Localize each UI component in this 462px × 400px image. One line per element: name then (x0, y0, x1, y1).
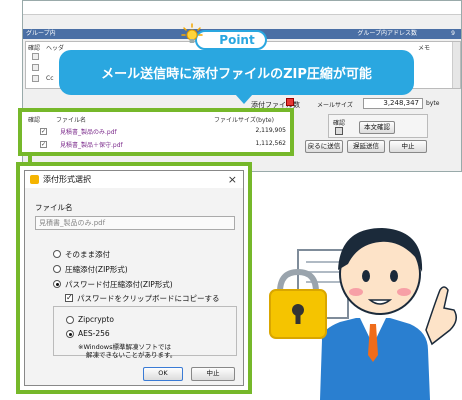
attach-format-dialog: 添付形式選択 × ファイル名 見積書_製品のみ.pdf そのまま添付 圧縮添付(… (24, 170, 244, 386)
copy-password-label[interactable]: パスワードをクリップボードにコピーする (77, 293, 220, 304)
col-header: ヘッダ (46, 45, 65, 52)
attachment-row[interactable]: ✓ 見積書_製品のみ.pdf 2,119,905 (22, 126, 290, 137)
confirm-checkbox[interactable] (335, 127, 343, 135)
scrollbar[interactable] (452, 42, 460, 88)
dialog-title: 添付形式選択 (43, 175, 91, 184)
filename-label: ファイル名 (35, 203, 73, 212)
ok-button[interactable]: OK (143, 367, 183, 381)
address-checkbox[interactable] (32, 53, 39, 60)
businessman-illustration (269, 228, 457, 400)
top-strip (23, 1, 461, 15)
radio-zipcrypto-label[interactable]: Zipcrypto (78, 315, 114, 324)
encryption-group: Zipcrypto AES-256 ※Windows標準解凍ソフトでは 解凍でき… (53, 306, 237, 359)
back-send-button[interactable]: 戻るに送信 (305, 140, 343, 153)
radio-password-zip-label[interactable]: パスワード付圧縮添付(ZIP形式) (65, 279, 173, 290)
close-icon[interactable]: × (228, 171, 237, 188)
group-label: グループ内 (26, 30, 56, 37)
radio-aes256-label[interactable]: AES-256 (78, 329, 110, 338)
attach-col-name: ファイル名 (56, 117, 87, 124)
attachment-row[interactable]: ✓ 見積書_製品＋保守.pdf 1,112,562 (22, 139, 290, 150)
attachment-checkbox[interactable]: ✓ (40, 128, 47, 135)
filename-field: 見積書_製品のみ.pdf (35, 216, 235, 230)
col-confirm: 確認 (28, 45, 41, 52)
lightbulb-icon (181, 23, 203, 43)
pointing-hand (425, 286, 457, 346)
radio-aes256[interactable] (66, 330, 74, 338)
attachment-checkbox[interactable]: ✓ (40, 141, 47, 148)
attachment-filename[interactable]: 見積書_製品＋保守.pdf (60, 140, 123, 149)
group-addr-count: 9 (451, 30, 455, 37)
mail-size-field: 3,248,347 (363, 98, 423, 109)
confirm-label: 確認 (333, 120, 346, 127)
body-confirm-button[interactable]: 本文確認 (359, 121, 395, 134)
suit-body (320, 318, 430, 400)
mail-size-label: メールサイズ (317, 102, 353, 109)
radio-as-is-label[interactable]: そのまま添付 (65, 249, 110, 260)
copy-password-checkbox[interactable]: ✓ (65, 294, 73, 302)
confirm-panel: 確認 本文確認 (328, 114, 428, 138)
point-badge-label: Point (219, 33, 255, 47)
app-icon (30, 175, 39, 184)
attach-col-size: ファイルサイズ(byte) (214, 117, 274, 124)
attach-col-check: 確認 (28, 117, 41, 124)
radio-as-is[interactable] (53, 250, 61, 258)
attachment-size: 2,119,905 (255, 127, 286, 134)
address-checkbox[interactable] (32, 64, 39, 71)
group-addr-label: グループ内アドレス数 (357, 30, 417, 37)
col-memo: メモ (418, 45, 431, 52)
attachment-size: 1,112,562 (255, 140, 286, 147)
address-checkbox[interactable] (32, 75, 39, 82)
dialog-cancel-button[interactable]: 中止 (191, 367, 235, 381)
point-message: メール送信時に添付ファイルのZIP圧縮が可能 (101, 67, 372, 82)
radio-zipcrypto[interactable] (66, 316, 74, 324)
attachment-filename[interactable]: 見積書_製品のみ.pdf (60, 127, 117, 136)
radio-password-zip[interactable] (53, 280, 61, 288)
note-line-2: 解凍できないことがあります。 (86, 351, 177, 359)
dialog-titlebar: 添付形式選択 × (25, 171, 243, 188)
delayed-send-button[interactable]: 遅延送信 (347, 140, 385, 153)
mail-size-unit: byte (426, 100, 440, 107)
point-badge: Point (195, 30, 267, 50)
dialog-highlight: 添付形式選択 × ファイル名 見積書_製品のみ.pdf そのまま添付 圧縮添付(… (16, 162, 252, 394)
cc-label: Cc (46, 75, 54, 82)
point-callout: メール送信時に添付ファイルのZIP圧縮が可能 (59, 50, 414, 104)
radio-zip-label[interactable]: 圧縮添付(ZIP形式) (65, 264, 128, 275)
cancel-button[interactable]: 中止 (389, 140, 427, 153)
radio-zip[interactable] (53, 265, 61, 273)
attachment-list: 確認 ファイル名 ファイルサイズ(byte) ✓ 見積書_製品のみ.pdf 2,… (18, 108, 294, 156)
attach-count-badge (286, 98, 294, 106)
head (338, 228, 423, 315)
